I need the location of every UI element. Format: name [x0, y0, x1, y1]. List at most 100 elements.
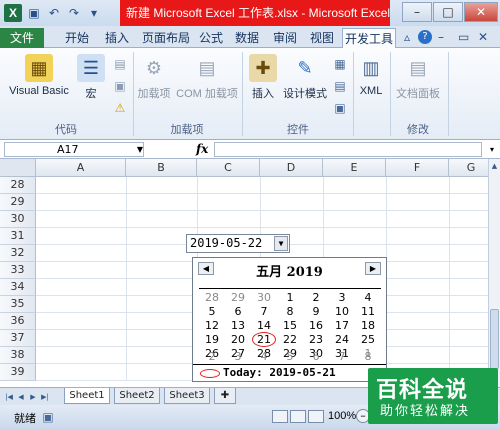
last-sheet-icon[interactable]: ▶|	[40, 391, 50, 403]
excel-app-icon[interactable]: X	[4, 4, 22, 22]
name-box[interactable]: A17	[4, 142, 144, 157]
calendar-day[interactable]: 18	[355, 319, 381, 333]
calendar-day[interactable]: 6	[303, 350, 329, 364]
calendar-day[interactable]: 24	[329, 333, 355, 347]
normal-view-button[interactable]	[272, 410, 288, 423]
calendar-day[interactable]: 9	[303, 305, 329, 319]
next-month-button[interactable]: ▶	[365, 262, 381, 275]
name-box-dropdown-icon[interactable]: ▼	[132, 142, 148, 158]
help-icon[interactable]: ?	[418, 30, 432, 44]
calendar-day[interactable]: 25	[355, 333, 381, 347]
date-picker-input[interactable]: 2019-05-22 ▼	[186, 234, 290, 253]
calendar-day[interactable]: 1	[277, 291, 303, 305]
calendar-day[interactable]: 21	[251, 332, 277, 347]
calendar-day[interactable]: 13	[225, 319, 251, 333]
app-minimize-icon[interactable]: –	[438, 30, 444, 44]
save-icon[interactable]: ▣	[26, 5, 42, 21]
insert-control-button[interactable]: ✚ 插入	[246, 54, 280, 101]
document-panel-button[interactable]: ▤ 文档面板	[392, 54, 444, 101]
insert-function-button[interactable]: fx	[196, 142, 208, 156]
app-restore-icon[interactable]: ▭	[458, 30, 469, 44]
first-sheet-icon[interactable]: |◀	[4, 391, 14, 403]
tab-file[interactable]: 文件	[0, 28, 44, 48]
calendar-day[interactable]: 2	[303, 291, 329, 305]
tab-review[interactable]: 审阅	[270, 28, 300, 48]
sheet-tab-sheet1[interactable]: Sheet1	[64, 388, 110, 404]
calendar-day[interactable]: 20	[225, 333, 251, 347]
calendar-day[interactable]: 28	[199, 291, 225, 305]
customize-qat-icon[interactable]: ▾	[86, 5, 102, 21]
visual-basic-button[interactable]: ▦ Visual Basic	[6, 54, 72, 97]
column-header-d[interactable]: D	[260, 159, 323, 177]
tab-formulas[interactable]: 公式	[196, 28, 226, 48]
calendar-day[interactable]: 12	[199, 319, 225, 333]
tab-data[interactable]: 数据	[232, 28, 262, 48]
row-header[interactable]: 33	[0, 262, 36, 279]
date-picker-dropdown-icon[interactable]: ▼	[274, 236, 288, 251]
design-mode-button[interactable]: ✎ 设计模式	[282, 54, 328, 101]
column-header-a[interactable]: A	[36, 159, 126, 177]
redo-icon[interactable]: ↷	[66, 5, 82, 21]
column-header-c[interactable]: C	[197, 159, 260, 177]
calendar-day[interactable]: 15	[277, 319, 303, 333]
tab-insert[interactable]: 插入	[100, 28, 134, 48]
calendar-day[interactable]: 4	[251, 350, 277, 364]
row-header[interactable]: 32	[0, 245, 36, 262]
calendar-day[interactable]: 3	[329, 291, 355, 305]
sheet-tab-sheet3[interactable]: Sheet3	[164, 388, 210, 404]
macro-security-icon[interactable]: ⚠	[112, 100, 128, 116]
calendar-day[interactable]: 4	[355, 291, 381, 305]
previous-sheet-icon[interactable]: ◀	[16, 391, 26, 403]
addins-button[interactable]: ⚙ 加载项	[136, 54, 172, 101]
row-header[interactable]: 35	[0, 296, 36, 313]
calendar-day[interactable]: 29	[225, 291, 251, 305]
expand-formula-icon[interactable]: ▾	[484, 142, 500, 158]
zoom-level[interactable]: 100%	[328, 410, 356, 422]
next-sheet-icon[interactable]: ▶	[28, 391, 38, 403]
calendar-day[interactable]: 11	[355, 305, 381, 319]
previous-month-button[interactable]: ◀	[198, 262, 214, 275]
calendar-day[interactable]: 2	[199, 350, 225, 364]
calendar-day[interactable]: 16	[303, 319, 329, 333]
record-macro-icon[interactable]: ▤	[112, 56, 128, 72]
calendar-day[interactable]: 7	[329, 350, 355, 364]
run-dialog-icon[interactable]: ▣	[332, 100, 348, 116]
app-close-icon[interactable]: ✕	[478, 30, 488, 44]
calendar-day[interactable]: 3	[225, 350, 251, 364]
calendar-day[interactable]: 30	[251, 291, 277, 305]
calendar-day[interactable]: 8	[277, 305, 303, 319]
calendar-day[interactable]: 14	[251, 319, 277, 333]
calendar-day[interactable]: 7	[251, 305, 277, 319]
tab-home[interactable]: 开始	[60, 28, 94, 48]
maximize-button[interactable]: □	[433, 2, 463, 22]
row-header[interactable]: 38	[0, 347, 36, 364]
minimize-button[interactable]: –	[402, 2, 432, 22]
row-header[interactable]: 29	[0, 194, 36, 211]
calendar-day[interactable]: 8	[355, 350, 381, 364]
macro-record-icon[interactable]: ▣	[40, 409, 56, 425]
column-header-e[interactable]: E	[323, 159, 386, 177]
close-button[interactable]: ✕	[464, 2, 498, 22]
properties-icon[interactable]: ▦	[332, 56, 348, 72]
calendar-day[interactable]: 23	[303, 333, 329, 347]
tab-page-layout[interactable]: 页面布局	[138, 28, 194, 48]
select-all-corner[interactable]	[0, 159, 36, 177]
row-header[interactable]: 31	[0, 228, 36, 245]
calendar-day[interactable]: 19	[199, 333, 225, 347]
column-header-f[interactable]: F	[386, 159, 449, 177]
calendar-day[interactable]: 17	[329, 319, 355, 333]
scroll-thumb[interactable]	[490, 309, 499, 369]
undo-icon[interactable]: ↶	[46, 5, 62, 21]
row-header[interactable]: 28	[0, 177, 36, 194]
xml-button[interactable]: ▥ XML	[356, 54, 386, 97]
calendar-day[interactable]: 22	[277, 333, 303, 347]
relative-reference-icon[interactable]: ▣	[112, 78, 128, 94]
view-code-icon[interactable]: ▤	[332, 78, 348, 94]
row-header[interactable]: 37	[0, 330, 36, 347]
calendar-day[interactable]: 10	[329, 305, 355, 319]
calendar-day[interactable]: 5	[199, 305, 225, 319]
scroll-up-icon[interactable]: ▲	[490, 161, 499, 171]
formula-input[interactable]	[214, 142, 482, 157]
calendar-day[interactable]: 6	[225, 305, 251, 319]
minimize-ribbon-icon[interactable]: ▵	[404, 30, 410, 44]
